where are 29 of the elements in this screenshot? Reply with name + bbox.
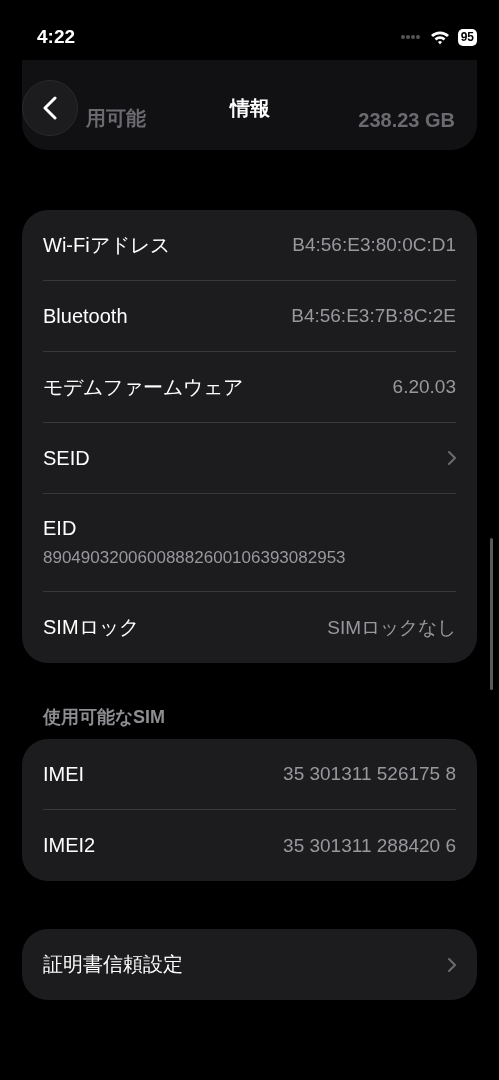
row-value: 89049032006008882600106393082953 xyxy=(43,548,346,568)
row-label: 証明書信頼設定 xyxy=(43,952,183,977)
row-value: 6.20.03 xyxy=(392,376,456,398)
row-label: IMEI2 xyxy=(43,834,96,857)
chevron-icon xyxy=(448,957,456,972)
chevron-icon xyxy=(448,451,456,465)
row-value: 238.23 GB xyxy=(358,109,455,132)
settings-row[interactable]: SEID xyxy=(43,423,456,494)
section-header: 使用可能なSIM xyxy=(41,706,166,729)
status-time: 4:22 xyxy=(37,26,76,48)
chevron-left-icon xyxy=(43,96,57,120)
row-label: SEID xyxy=(43,446,90,470)
signal-icon xyxy=(399,34,422,40)
page-title: 情報 xyxy=(229,96,270,121)
row-label: Bluetooth xyxy=(43,304,128,328)
row-label: EID xyxy=(43,517,77,540)
row-label: IMEI xyxy=(43,762,85,786)
wifi-icon xyxy=(429,29,450,45)
row-label: SIMロック xyxy=(43,615,139,640)
row-label: 用可能 xyxy=(86,106,146,131)
row-label: モデムファームウェア xyxy=(43,374,243,400)
settings-row[interactable]: 証明書信頼設定 xyxy=(43,929,456,1000)
row-label: Wi-Fiアドレス xyxy=(43,232,170,258)
row-value: B4:56:E3:7B:8C:2E xyxy=(291,305,456,327)
battery-indicator: 95 xyxy=(457,28,477,46)
row-value: 35 301311 526175 8 xyxy=(283,763,456,785)
row-value: SIMロックなし xyxy=(327,615,456,640)
row-value: B4:56:E3:80:0C:D1 xyxy=(292,234,456,256)
row-value: 35 301311 288420 6 xyxy=(283,834,456,857)
